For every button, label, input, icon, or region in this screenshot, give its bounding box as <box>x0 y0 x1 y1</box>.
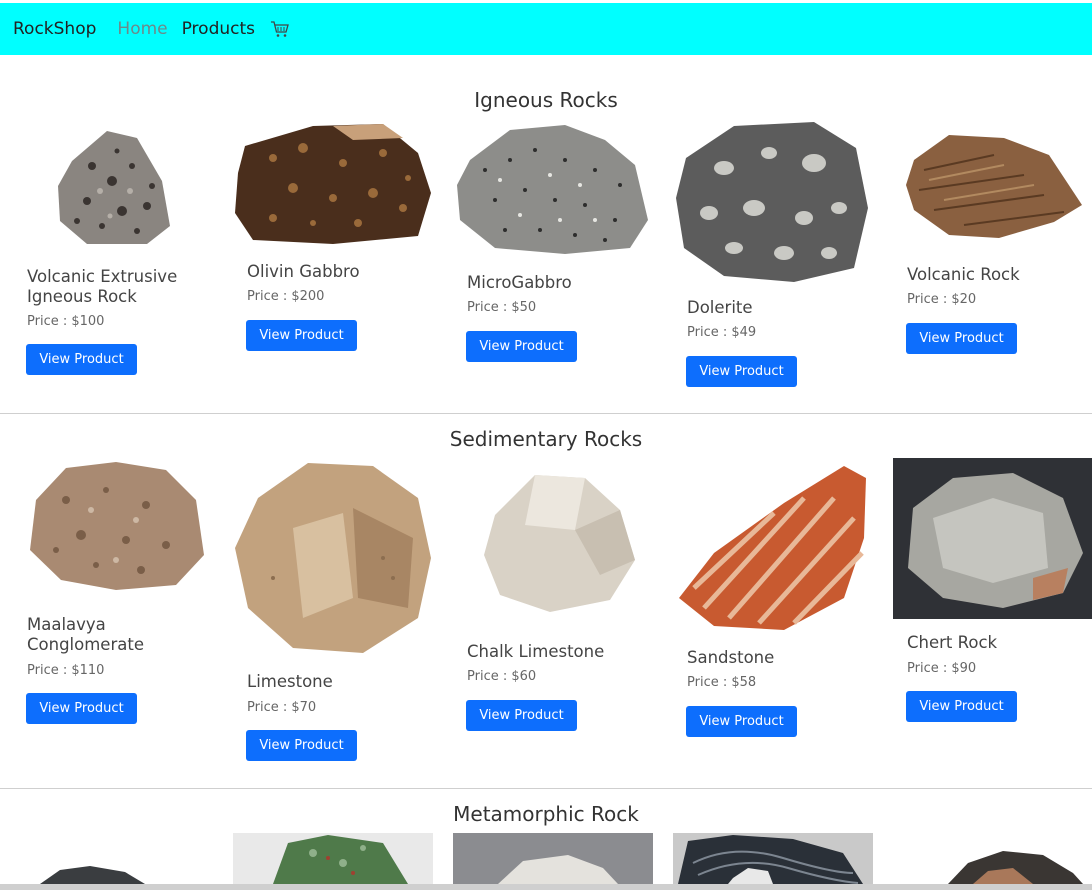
brand-link[interactable]: RockShop <box>13 19 96 39</box>
product-price: Price : $50 <box>467 300 537 315</box>
view-product-button[interactable]: View Product <box>686 706 797 737</box>
view-product-button[interactable]: View Product <box>466 331 577 362</box>
product-name: Chalk Limestone <box>467 642 605 661</box>
section-title-igneous: Igneous Rocks <box>474 88 618 112</box>
product-image-limestone[interactable] <box>233 458 433 658</box>
navbar: RockShop Home Products <box>0 3 1092 55</box>
product-price: Price : $110 <box>27 663 105 678</box>
view-product-button[interactable]: View Product <box>466 700 577 731</box>
section-title-sedimentary: Sedimentary Rocks <box>449 427 643 451</box>
product-image-chalk-limestone[interactable] <box>480 470 640 615</box>
view-product-button[interactable]: View Product <box>906 691 1017 722</box>
product-name: Sandstone <box>687 648 775 667</box>
product-price: Price : $20 <box>907 292 977 307</box>
product-image-sandstone[interactable] <box>674 458 874 634</box>
view-product-button[interactable]: View Product <box>906 323 1017 354</box>
product-image-metamorphic-1[interactable] <box>30 862 150 884</box>
product-image-volcanic-extrusive[interactable] <box>52 126 177 251</box>
product-price: Price : $70 <box>247 700 317 715</box>
view-product-button[interactable]: View Product <box>26 693 137 724</box>
section-divider <box>0 788 1092 789</box>
section-divider <box>0 413 1092 414</box>
product-image-metamorphic-5[interactable] <box>893 833 1092 884</box>
product-price: Price : $100 <box>27 314 105 329</box>
product-name: Volcanic Extrusive Igneous Rock <box>27 267 178 306</box>
view-product-button[interactable]: View Product <box>686 356 797 387</box>
product-name: Chert Rock <box>907 633 998 652</box>
product-price: Price : $60 <box>467 669 537 684</box>
view-product-button[interactable]: View Product <box>246 730 357 761</box>
product-image-chert-rock[interactable] <box>893 458 1092 619</box>
horizontal-scrollbar[interactable] <box>0 884 1092 890</box>
product-image-volcanic-rock[interactable] <box>904 130 1084 242</box>
product-image-olivin-gabbro[interactable] <box>233 118 433 246</box>
product-price: Price : $58 <box>687 675 757 690</box>
product-price: Price : $90 <box>907 661 977 676</box>
product-price: Price : $49 <box>687 325 757 340</box>
product-image-dolerite[interactable] <box>674 118 870 284</box>
nav-home-link[interactable]: Home <box>117 19 167 39</box>
product-name: Maalavya Conglomerate <box>27 615 144 654</box>
product-price: Price : $200 <box>247 289 325 304</box>
section-title-metamorphic: Metamorphic Rock <box>453 802 639 826</box>
product-image-metamorphic-3[interactable] <box>453 833 653 884</box>
product-image-metamorphic-2[interactable] <box>233 833 433 884</box>
product-image-metamorphic-4[interactable] <box>673 833 873 884</box>
cart-icon[interactable] <box>269 18 291 40</box>
product-name: Volcanic Rock <box>907 265 1020 284</box>
product-name: Dolerite <box>687 298 753 317</box>
product-image-maalavya-conglomerate[interactable] <box>26 460 206 595</box>
view-product-button[interactable]: View Product <box>246 320 357 351</box>
product-name: Olivin Gabbro <box>247 262 360 281</box>
product-name: MicroGabbro <box>467 273 572 292</box>
product-name: Limestone <box>247 672 333 691</box>
nav-products-link[interactable]: Products <box>182 19 255 39</box>
product-image-microgabbro[interactable] <box>455 120 651 258</box>
view-product-button[interactable]: View Product <box>26 344 137 375</box>
